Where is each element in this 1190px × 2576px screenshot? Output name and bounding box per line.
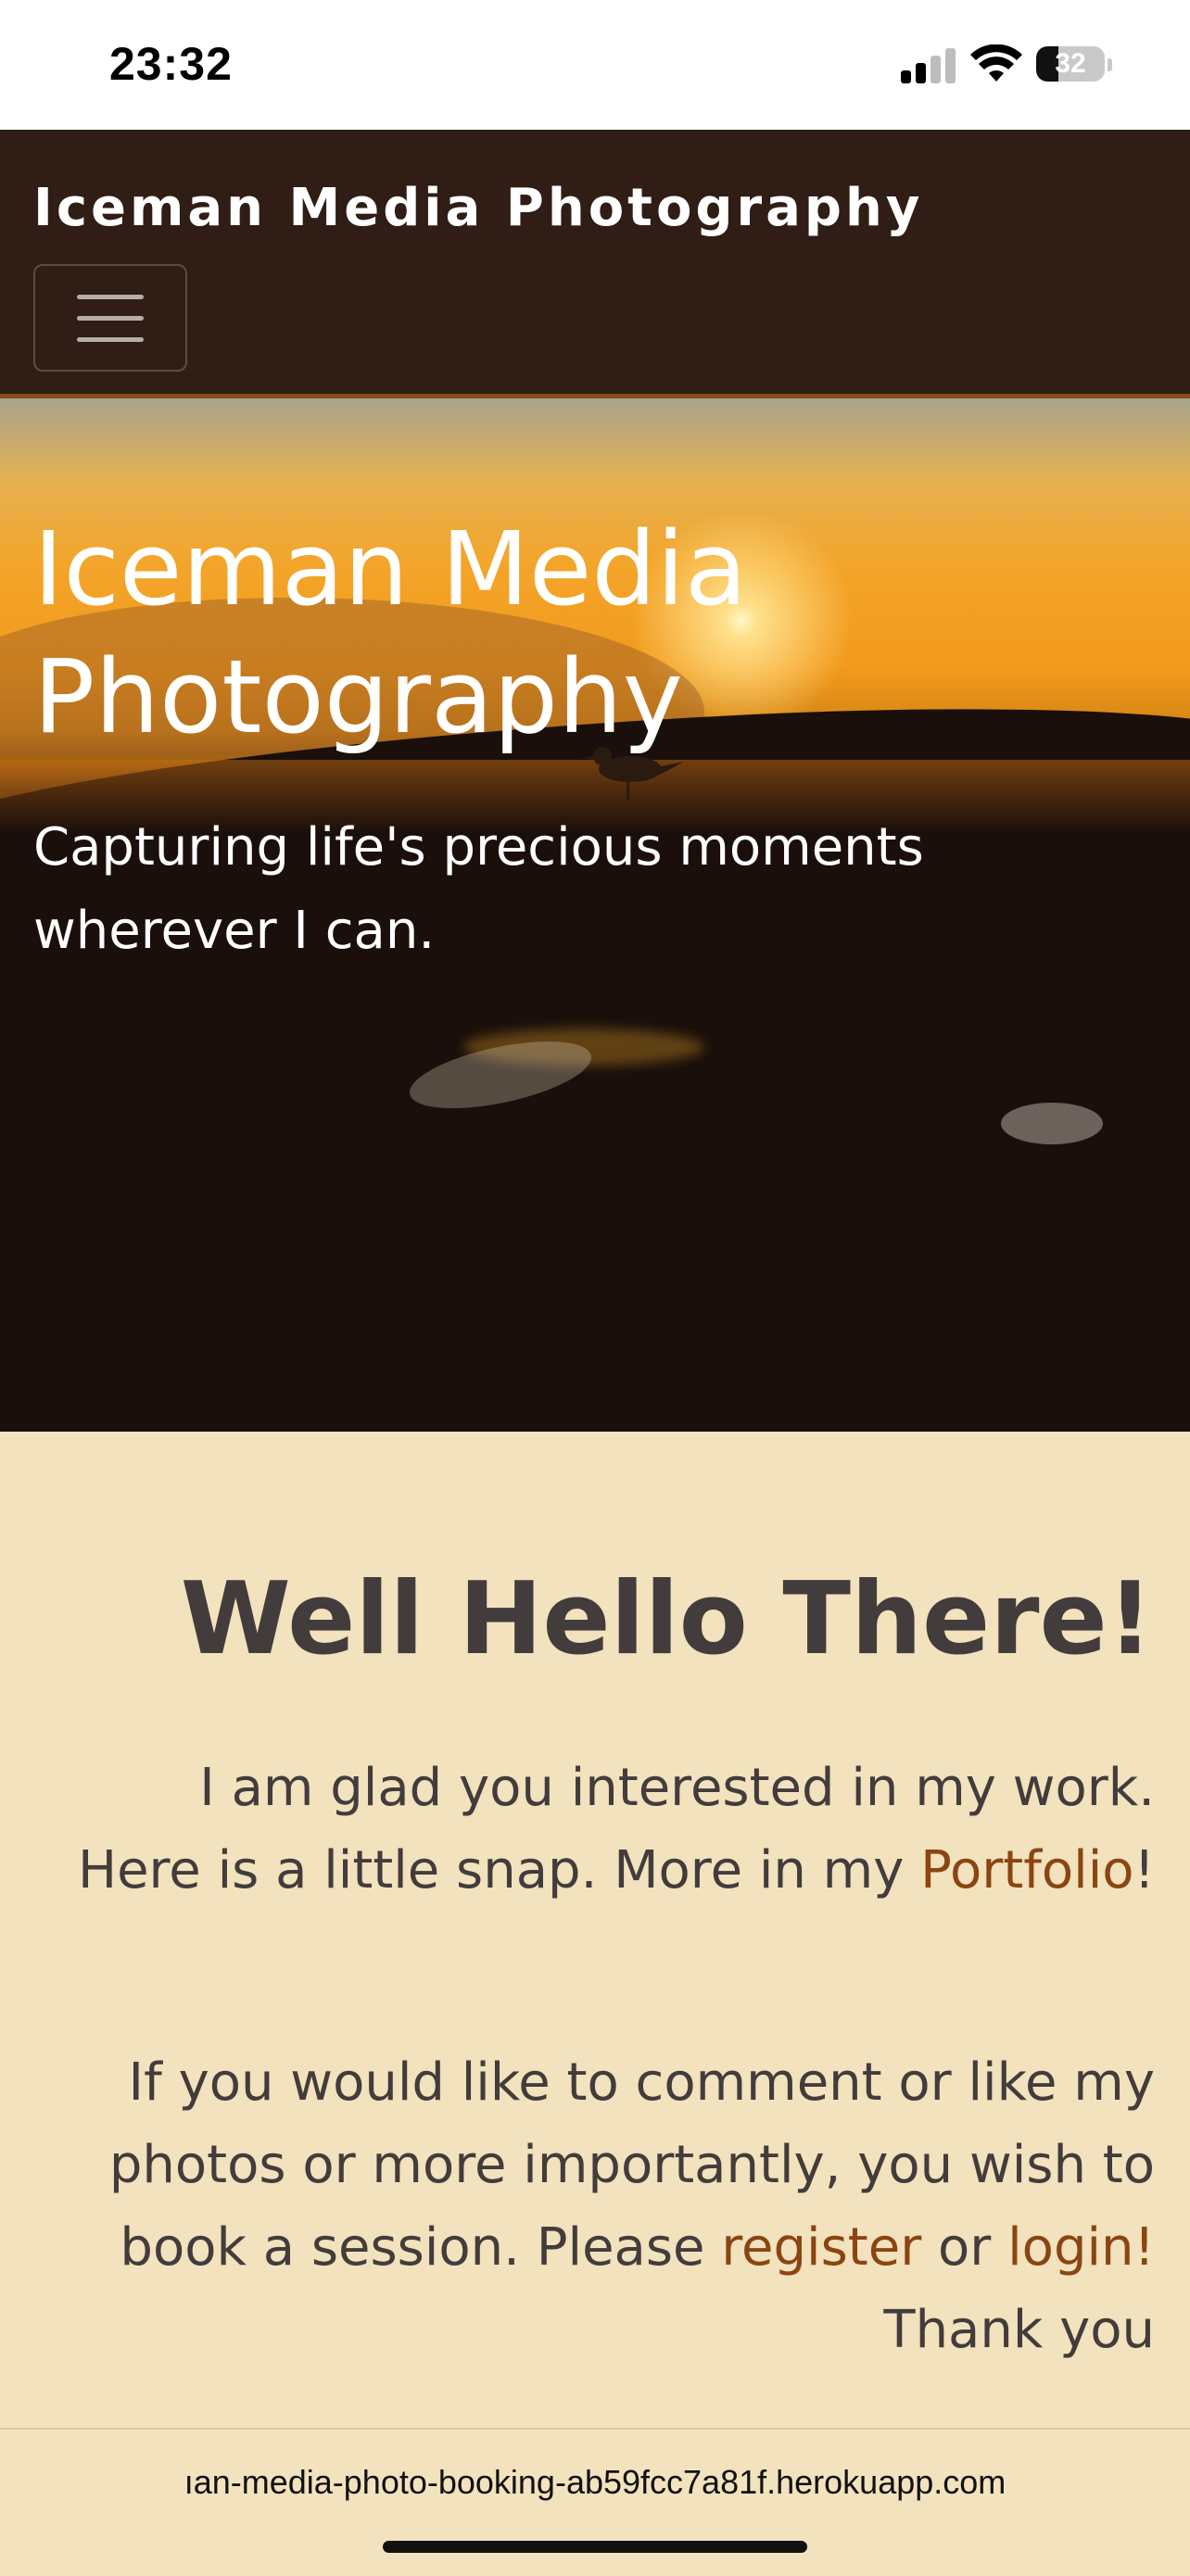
navbar: Iceman Media Photography bbox=[0, 130, 1190, 398]
wifi-icon bbox=[970, 44, 1022, 82]
browser-address-bar[interactable]: ıan-media-photo-booking-ab59fcc7a81f.her… bbox=[0, 2428, 1190, 2576]
battery-level: 32 bbox=[1055, 48, 1086, 79]
paragraph-text: Thank you bbox=[883, 2300, 1155, 2360]
portfolio-link[interactable]: Portfolio bbox=[920, 1840, 1133, 1900]
welcome-paragraph-portfolio: I am glad you interested in my work. Her… bbox=[61, 1747, 1155, 1912]
paragraph-text: or bbox=[921, 2217, 1008, 2278]
login-link[interactable]: login! bbox=[1007, 2217, 1155, 2278]
battery-icon: 32 bbox=[1036, 46, 1105, 82]
hero-banner: Iceman Media Photography Capturing life'… bbox=[0, 398, 1190, 1432]
url-text[interactable]: ıan-media-photo-booking-ab59fcc7a81f.her… bbox=[0, 2463, 1190, 2502]
signal-icon bbox=[901, 48, 956, 83]
hero-subtitle: Capturing life's precious moments wherev… bbox=[33, 817, 924, 961]
navbar-toggle-button[interactable] bbox=[33, 264, 187, 372]
hero-background-rock bbox=[1001, 1103, 1103, 1144]
home-indicator[interactable] bbox=[383, 2541, 807, 2553]
welcome-section: Well Hello There! I am glad you interest… bbox=[0, 1432, 1190, 2428]
navbar-brand[interactable]: Iceman Media Photography bbox=[33, 178, 923, 238]
status-time: 23:32 bbox=[109, 38, 233, 90]
status-bar: 23:32 32 bbox=[0, 0, 1190, 130]
welcome-heading: Well Hello There! bbox=[180, 1561, 1153, 1677]
welcome-paragraph-booking: If you would like to comment or like my … bbox=[24, 2041, 1155, 2371]
hero-title: Iceman Media Photography bbox=[33, 510, 748, 756]
paragraph-text: ! bbox=[1133, 1840, 1155, 1900]
battery-cap bbox=[1108, 58, 1112, 71]
register-link[interactable]: register bbox=[721, 2217, 921, 2278]
